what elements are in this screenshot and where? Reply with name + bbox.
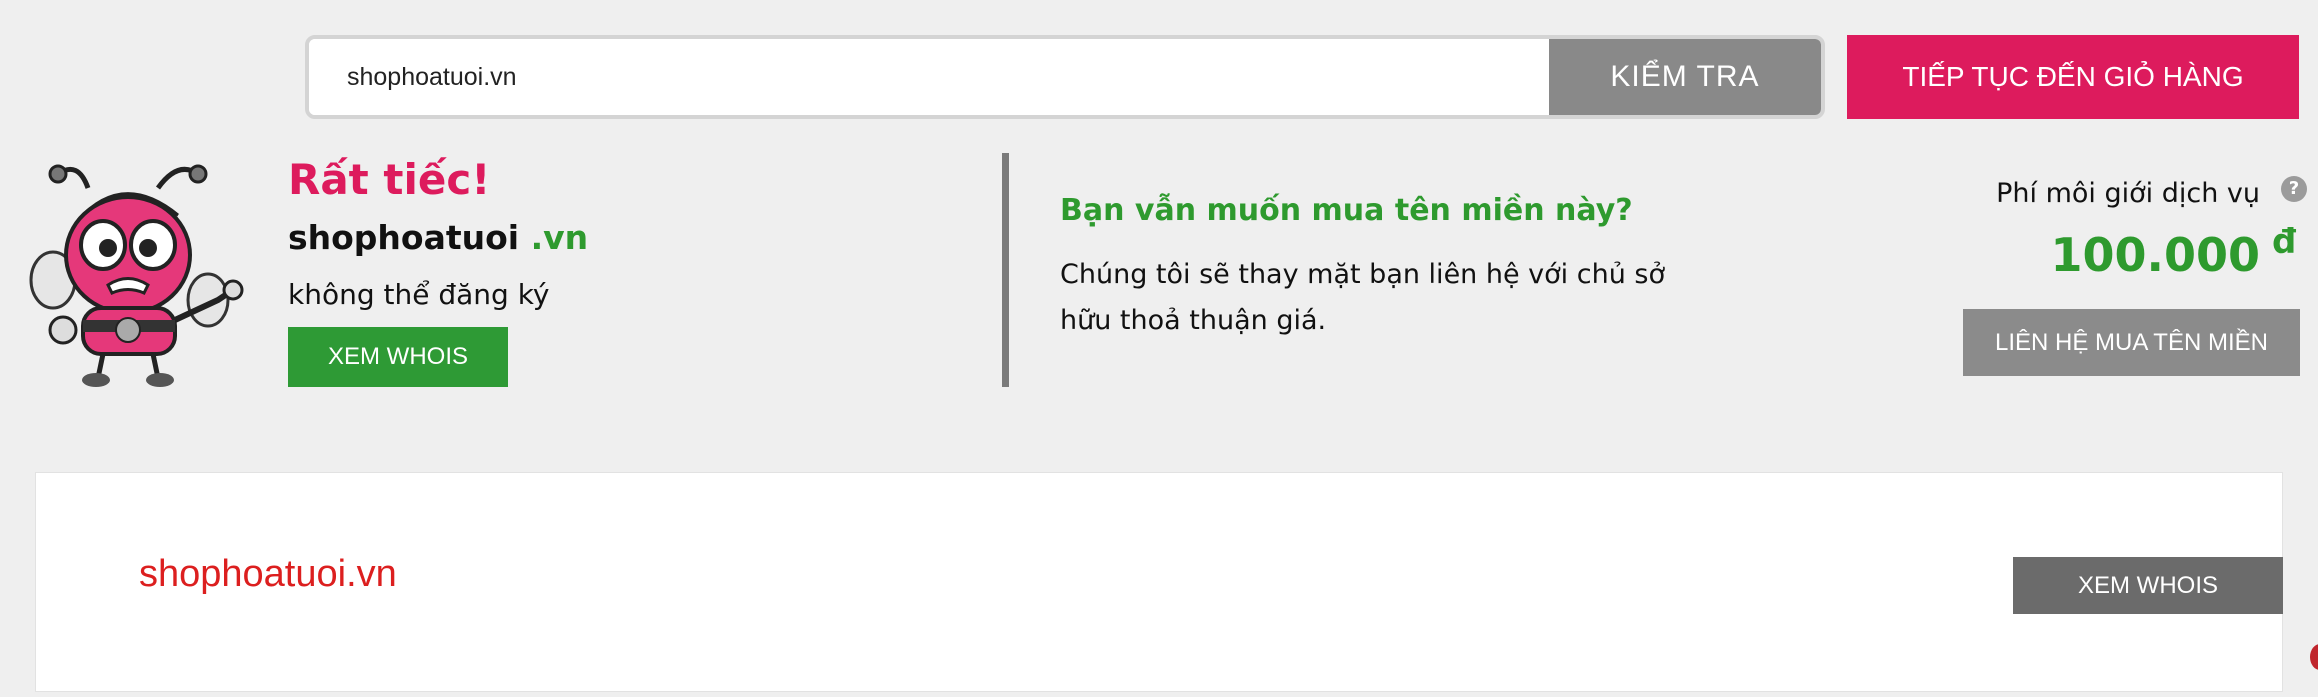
domain-search-bar: KIỂM TRA (305, 35, 1825, 119)
floating-widget-edge[interactable] (2310, 644, 2318, 670)
currency-symbol: đ (2272, 222, 2297, 262)
check-button[interactable]: KIỂM TRA (1549, 39, 1821, 115)
bee-mascot-icon (29, 164, 244, 387)
question-circle-icon[interactable]: ? (2281, 176, 2307, 202)
vertical-divider (1002, 153, 1009, 387)
domain-status: không thể đăng ký (288, 278, 550, 311)
searched-domain: shophoatuoi .vn (288, 218, 588, 257)
result-domain-name: shophoatuoi.vn (139, 553, 397, 595)
view-whois-button[interactable]: XEM WHOIS (288, 327, 508, 387)
broker-description: Chúng tôi sẽ thay mặt bạn liên hệ với ch… (1060, 259, 1665, 336)
card-view-whois-button[interactable]: XEM WHOIS (2013, 557, 2283, 614)
contact-buy-domain-button[interactable]: LIÊN HỆ MUA TÊN MIỀN (1963, 309, 2300, 376)
broker-fee-price: 100.000 (2050, 228, 2260, 282)
domain-tld: .vn (530, 218, 589, 257)
continue-to-cart-button[interactable]: TIẾP TỤC ĐẾN GIỎ HÀNG (1847, 35, 2299, 119)
domain-search-input[interactable] (309, 39, 1549, 115)
sorry-heading: Rất tiếc! (288, 155, 491, 204)
domain-name: shophoatuoi (288, 218, 520, 257)
broker-fee-label: Phí môi giới dịch vụ (1996, 178, 2260, 209)
broker-question: Bạn vẫn muốn mua tên miền này? (1060, 193, 1633, 228)
domain-result-card: shophoatuoi.vn XEM WHOIS (35, 472, 2283, 692)
